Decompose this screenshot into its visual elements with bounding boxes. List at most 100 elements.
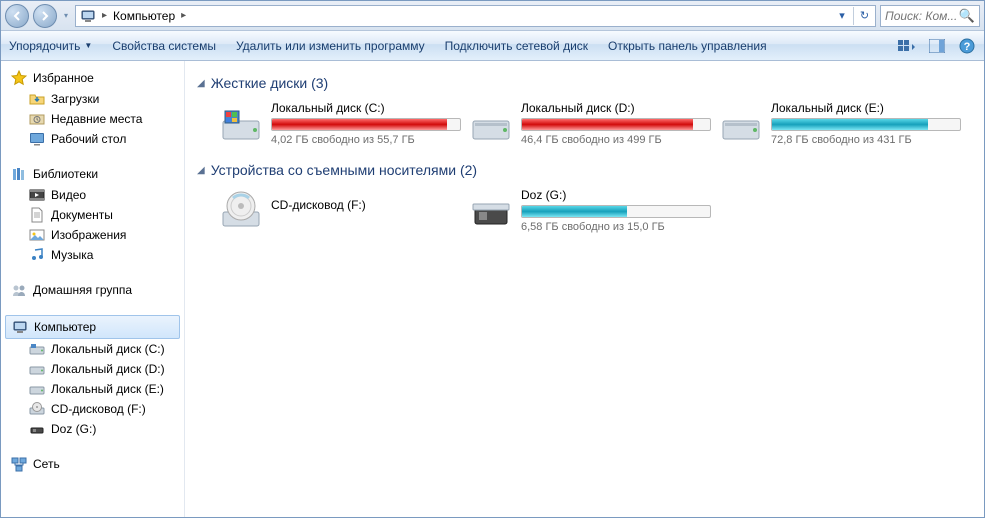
map-network-drive-button[interactable]: Подключить сетевой диск <box>445 39 588 53</box>
sidebar-computer[interactable]: Компьютер <box>5 315 180 339</box>
space-bar <box>271 118 461 131</box>
sidebar-item-videos[interactable]: Видео <box>1 185 184 205</box>
hdd-icon <box>469 101 513 145</box>
organize-button[interactable]: Упорядочить▼ <box>9 39 92 53</box>
hdd-icon <box>219 101 263 145</box>
libraries-icon <box>11 166 27 182</box>
space-bar <box>771 118 961 131</box>
cd-drive-icon <box>219 188 263 232</box>
refresh-button[interactable]: ↻ <box>853 7 871 25</box>
pictures-icon <box>29 227 45 243</box>
group-title: Жесткие диски (3) <box>211 75 329 91</box>
forward-button[interactable] <box>33 4 57 28</box>
navigation-pane: Избранное Загрузки Недавние места Рабочи… <box>1 61 185 517</box>
breadcrumb-location[interactable]: Компьютер <box>113 9 175 23</box>
uninstall-program-button[interactable]: Удалить или изменить программу <box>236 39 425 53</box>
computer-icon <box>12 319 28 335</box>
space-fill <box>272 119 447 130</box>
sidebar-homegroup[interactable]: Домашняя группа <box>1 279 184 301</box>
search-box[interactable]: 🔍 <box>880 5 980 27</box>
drive-c[interactable]: Локальный диск (C:) 4,02 ГБ свободно из … <box>217 99 457 148</box>
sidebar-item-label: Музыка <box>51 248 93 262</box>
address-bar[interactable]: ▸ Компьютер ▸ ▾ ↻ <box>75 5 876 27</box>
sidebar-item-label: Локальный диск (C:) <box>51 342 165 356</box>
control-panel-button[interactable]: Открыть панель управления <box>608 39 767 53</box>
system-properties-button[interactable]: Свойства системы <box>112 39 216 53</box>
video-icon <box>29 187 45 203</box>
sidebar-item-drive-g[interactable]: Doz (G:) <box>1 419 184 439</box>
sidebar-item-label: Рабочий стол <box>51 132 126 146</box>
drive-status: 46,4 ГБ свободно из 499 ГБ <box>521 134 711 146</box>
sidebar-item-desktop[interactable]: Рабочий стол <box>1 129 184 149</box>
drive-label: Локальный диск (D:) <box>521 101 711 115</box>
sidebar-item-drive-d[interactable]: Локальный диск (D:) <box>1 359 184 379</box>
sidebar-network[interactable]: Сеть <box>1 453 184 475</box>
sidebar-item-label: Сеть <box>33 457 60 471</box>
collapse-icon: ◢ <box>197 165 205 176</box>
history-dropdown[interactable]: ▾ <box>61 4 71 28</box>
sidebar-item-drive-c[interactable]: Локальный диск (C:) <box>1 339 184 359</box>
body: Избранное Загрузки Недавние места Рабочи… <box>1 61 984 517</box>
search-icon[interactable]: 🔍 <box>959 8 975 24</box>
sidebar-item-label: Изображения <box>51 228 126 242</box>
chevron-right-icon[interactable]: ▸ <box>181 10 186 21</box>
address-dropdown[interactable]: ▾ <box>833 7 851 25</box>
sidebar-item-label: Избранное <box>33 71 94 85</box>
navigation-bar: ▾ ▸ Компьютер ▸ ▾ ↻ 🔍 <box>1 1 984 31</box>
drive-e[interactable]: Локальный диск (E:) 72,8 ГБ свободно из … <box>717 99 957 148</box>
drive-status: 6,58 ГБ свободно из 15,0 ГБ <box>521 221 711 233</box>
space-fill <box>522 206 627 217</box>
sidebar-item-label: Компьютер <box>34 320 96 334</box>
homegroup-icon <box>11 282 27 298</box>
drive-d[interactable]: Локальный диск (D:) 46,4 ГБ свободно из … <box>467 99 707 148</box>
back-button[interactable] <box>5 4 29 28</box>
sidebar-item-label: CD-дисковод (F:) <box>51 402 146 416</box>
removable-drive-icon <box>29 421 45 437</box>
collapse-icon: ◢ <box>197 78 205 89</box>
group-header-removable[interactable]: ◢ Устройства со съемными носителями (2) <box>197 162 972 178</box>
desktop-icon <box>29 131 45 147</box>
space-fill <box>522 119 693 130</box>
sidebar-favorites[interactable]: Избранное <box>1 67 184 89</box>
network-icon <box>11 456 27 472</box>
help-button[interactable]: ? <box>958 37 976 55</box>
drive-status: 4,02 ГБ свободно из 55,7 ГБ <box>271 134 461 146</box>
sidebar-item-label: Недавние места <box>51 112 142 126</box>
sidebar-item-pictures[interactable]: Изображения <box>1 225 184 245</box>
space-bar <box>521 205 711 218</box>
sidebar-item-music[interactable]: Музыка <box>1 245 184 265</box>
sidebar-item-label: Локальный диск (E:) <box>51 382 164 396</box>
sidebar-item-drive-f[interactable]: CD-дисковод (F:) <box>1 399 184 419</box>
sidebar-item-drive-e[interactable]: Локальный диск (E:) <box>1 379 184 399</box>
sidebar-item-label: Локальный диск (D:) <box>51 362 165 376</box>
sidebar-item-recent[interactable]: Недавние места <box>1 109 184 129</box>
sidebar-item-label: Doz (G:) <box>51 422 96 436</box>
hdd-icon <box>29 361 45 377</box>
sidebar-item-documents[interactable]: Документы <box>1 205 184 225</box>
group-header-hdd[interactable]: ◢ Жесткие диски (3) <box>197 75 972 91</box>
folder-icon <box>29 91 45 107</box>
music-icon <box>29 247 45 263</box>
sidebar-item-downloads[interactable]: Загрузки <box>1 89 184 109</box>
explorer-window: ▾ ▸ Компьютер ▸ ▾ ↻ 🔍 Упорядочить▼ Свойс… <box>0 0 985 518</box>
svg-text:?: ? <box>964 41 971 53</box>
view-options-button[interactable] <box>898 37 916 55</box>
group-title: Устройства со съемными носителями (2) <box>211 162 477 178</box>
drive-label: Doz (G:) <box>521 188 711 202</box>
space-fill <box>772 119 928 130</box>
preview-pane-button[interactable] <box>928 37 946 55</box>
drive-f[interactable]: CD-дисковод (F:) <box>217 186 457 235</box>
drive-g[interactable]: Doz (G:) 6,58 ГБ свободно из 15,0 ГБ <box>467 186 707 235</box>
removable-drive-icon <box>469 188 513 232</box>
computer-icon <box>80 8 96 24</box>
cd-drive-icon <box>29 401 45 417</box>
recent-icon <box>29 111 45 127</box>
search-input[interactable] <box>885 9 959 23</box>
documents-icon <box>29 207 45 223</box>
drive-label: CD-дисковод (F:) <box>271 198 455 212</box>
star-icon <box>11 70 27 86</box>
sidebar-item-label: Домашняя группа <box>33 283 132 297</box>
hdd-icon <box>719 101 763 145</box>
command-bar: Упорядочить▼ Свойства системы Удалить ил… <box>1 31 984 61</box>
sidebar-libraries[interactable]: Библиотеки <box>1 163 184 185</box>
